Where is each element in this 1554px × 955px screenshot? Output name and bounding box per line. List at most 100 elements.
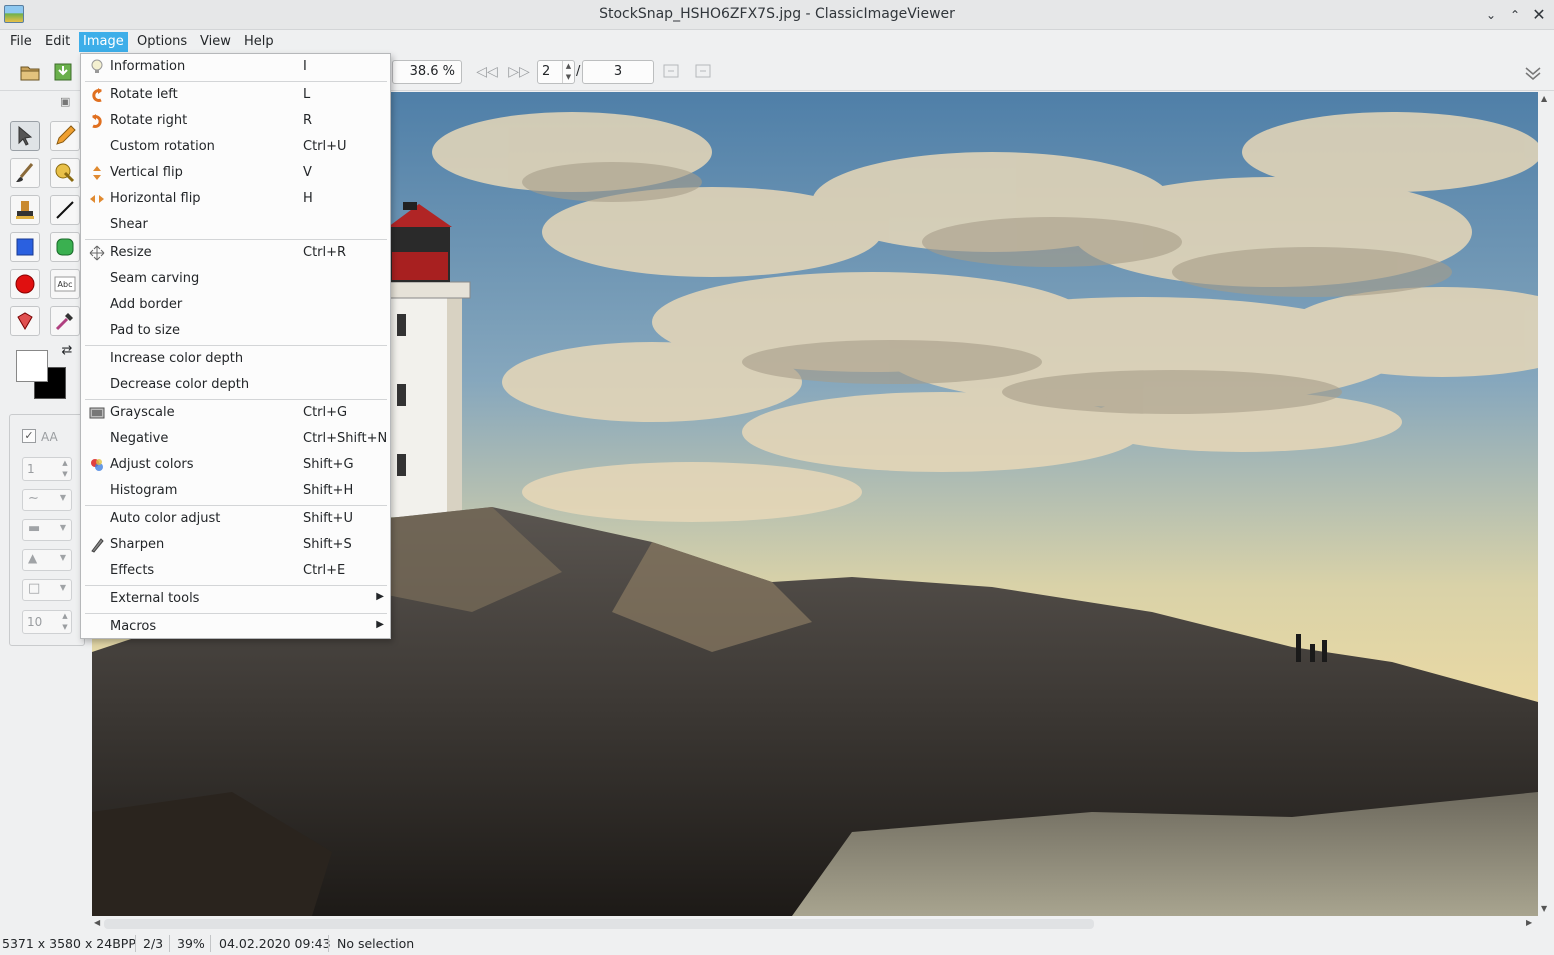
- rotate-left-icon: [89, 87, 105, 103]
- line-width-spin-arrows[interactable]: ▲ ▼: [59, 458, 71, 480]
- menu-item-label: Rotate left: [110, 87, 178, 102]
- brush-shape-combo[interactable]: ▬ ▼: [22, 519, 72, 541]
- select-tool[interactable]: [10, 121, 40, 151]
- line-tool[interactable]: [50, 195, 80, 225]
- menu-item-grayscale[interactable]: Grayscale Ctrl+G: [83, 400, 388, 426]
- menu-item-shear[interactable]: Shear: [83, 212, 388, 238]
- menu-item-auto-color-adjust[interactable]: Auto color adjust Shift+U: [83, 506, 388, 532]
- window-title: StockSnap_HSHO6ZFX7S.jpg - ClassicImageV…: [599, 6, 955, 22]
- brush-shape-icon: ▬: [28, 521, 41, 536]
- menu-item-external-tools[interactable]: External tools ▶: [83, 586, 388, 612]
- menu-item-pad-to-size[interactable]: Pad to size: [83, 318, 388, 344]
- save-icon[interactable]: [52, 61, 74, 83]
- fill-style-combo[interactable]: □ ▼: [22, 579, 72, 601]
- first-page-icon[interactable]: ◁◁: [476, 62, 498, 82]
- next-page-icon[interactable]: ▷▷: [508, 62, 530, 82]
- menu-item-negative[interactable]: Negative Ctrl+Shift+N: [83, 426, 388, 452]
- text-tool[interactable]: Abc: [50, 269, 80, 299]
- color-picker-tool[interactable]: [50, 306, 80, 336]
- menu-item-label: External tools: [110, 591, 200, 606]
- menu-item-rotate-right[interactable]: Rotate right R: [83, 108, 388, 134]
- menu-file[interactable]: File: [6, 32, 36, 52]
- cap-style-combo[interactable]: ▲ ▼: [22, 549, 72, 571]
- antialias-checkbox[interactable]: ✓: [22, 429, 36, 443]
- page-spin-arrows[interactable]: ▲ ▼: [562, 61, 574, 83]
- menu-item-label: Increase color depth: [110, 351, 244, 366]
- stamp-tool[interactable]: [10, 195, 40, 225]
- menu-edit[interactable]: Edit: [41, 32, 74, 52]
- menu-item-effects[interactable]: Effects Ctrl+E: [83, 558, 388, 584]
- menu-item-label: Rotate right: [110, 113, 188, 128]
- minimize-icon[interactable]: ⌄: [1481, 5, 1501, 25]
- menu-options[interactable]: Options: [133, 32, 191, 52]
- swap-colors-icon[interactable]: ⇄: [58, 342, 76, 360]
- line-width-spinbox[interactable]: 1 ▲ ▼: [22, 457, 72, 481]
- menu-item-shortcut: Ctrl+U: [303, 139, 347, 154]
- scroll-down-icon[interactable]: ▼: [1541, 904, 1547, 913]
- svg-text:Abc: Abc: [58, 280, 73, 289]
- line-style-combo[interactable]: ∼ ▼: [22, 489, 72, 511]
- menu-item-macros[interactable]: Macros ▶: [83, 614, 388, 640]
- rectangle-tool[interactable]: [10, 232, 40, 262]
- menu-item-label: Grayscale: [110, 405, 175, 420]
- ellipse-tool[interactable]: [10, 269, 40, 299]
- menu-item-label: Horizontal flip: [110, 191, 201, 206]
- menu-item-vertical-flip[interactable]: Vertical flip V: [83, 160, 388, 186]
- menu-view[interactable]: View: [196, 32, 235, 52]
- size-spin-arrows[interactable]: ▲ ▼: [59, 611, 71, 633]
- size-spinbox[interactable]: 10 ▲ ▼: [22, 610, 72, 634]
- menu-item-decrease-color-depth[interactable]: Decrease color depth: [83, 372, 388, 398]
- scroll-left-icon[interactable]: ◀: [94, 918, 100, 927]
- open-folder-icon[interactable]: [19, 61, 41, 83]
- menu-item-increase-color-depth[interactable]: Increase color depth: [83, 346, 388, 372]
- menu-item-shortcut: Ctrl+E: [303, 563, 346, 578]
- primary-color-swatch[interactable]: [16, 350, 48, 382]
- menu-item-shortcut: H: [303, 191, 313, 206]
- menu-item-seam-carving[interactable]: Seam carving: [83, 266, 388, 292]
- menu-help[interactable]: Help: [240, 32, 278, 52]
- scroll-right-icon[interactable]: ▶: [1526, 918, 1532, 927]
- menu-item-shortcut: L: [303, 87, 311, 102]
- hand-tool[interactable]: [50, 158, 80, 188]
- chevron-down-icon: ▼: [59, 493, 66, 502]
- rotate-page-right-icon[interactable]: [692, 62, 714, 82]
- menu-item-shortcut: R: [303, 113, 313, 128]
- menu-item-sharpen[interactable]: Sharpen Shift+S: [83, 532, 388, 558]
- toolbar-overflow-icon[interactable]: [1521, 60, 1545, 84]
- menu-item-histogram[interactable]: Histogram Shift+H: [83, 478, 388, 504]
- menu-item-rotate-left[interactable]: Rotate left L: [83, 82, 388, 108]
- zoom-field[interactable]: 38.6 %: [392, 60, 462, 84]
- page-spinbox[interactable]: 2 ▲ ▼: [537, 60, 575, 84]
- status-divider: [169, 935, 170, 952]
- horizontal-scrollbar[interactable]: ◀ ▶: [92, 916, 1538, 932]
- vertical-scrollbar[interactable]: ▲ ▼: [1538, 92, 1554, 916]
- menu-item-shortcut: Ctrl+G: [303, 405, 348, 420]
- menu-item-add-border[interactable]: Add border: [83, 292, 388, 318]
- sharpen-icon: [89, 537, 105, 553]
- menu-item-label: Histogram: [110, 483, 178, 498]
- menu-item-shortcut: Shift+G: [303, 457, 354, 472]
- scroll-up-icon[interactable]: ▲: [1541, 94, 1547, 103]
- fill-tool[interactable]: [10, 306, 40, 336]
- menu-item-resize[interactable]: Resize Ctrl+R: [83, 240, 388, 266]
- menu-item-label: Effects: [110, 563, 155, 578]
- panel-float-icon[interactable]: ▣: [60, 95, 70, 108]
- image-menu-dropdown: Information I Rotate left L Rotate right…: [80, 53, 391, 639]
- status-bar: 5371 x 3580 x 24BPP 2/3 39% 04.02.2020 0…: [0, 932, 1554, 955]
- menu-item-label: Negative: [110, 431, 169, 446]
- menu-item-horizontal-flip[interactable]: Horizontal flip H: [83, 186, 388, 212]
- horizontal-scroll-thumb[interactable]: [104, 919, 1094, 929]
- submenu-arrow-icon: ▶: [376, 619, 384, 630]
- rotate-page-left-icon[interactable]: [660, 62, 682, 82]
- menu-item-information[interactable]: Information I: [83, 54, 388, 80]
- menu-image[interactable]: Image: [79, 32, 128, 52]
- close-icon[interactable]: ✕: [1529, 5, 1549, 25]
- brush-tool[interactable]: [10, 158, 40, 188]
- maximize-icon[interactable]: ⌃: [1505, 5, 1525, 25]
- antialias-label: AA: [41, 430, 58, 444]
- pencil-tool[interactable]: [50, 121, 80, 151]
- menu-item-custom-rotation[interactable]: Custom rotation Ctrl+U: [83, 134, 388, 160]
- title-bar: StockSnap_HSHO6ZFX7S.jpg - ClassicImageV…: [0, 0, 1554, 30]
- menu-item-adjust-colors[interactable]: Adjust colors Shift+G: [83, 452, 388, 478]
- rounded-rectangle-tool[interactable]: [50, 232, 80, 262]
